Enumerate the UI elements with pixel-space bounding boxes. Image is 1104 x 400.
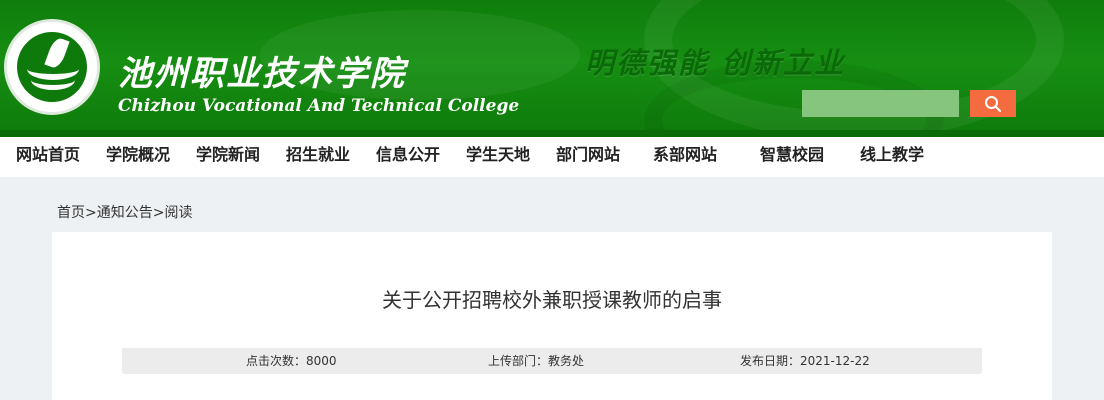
college-motto: 明德强能 创新立业 — [585, 46, 846, 80]
article-panel: 关于公开招聘校外兼职授课教师的启事 点击次数：8000 上传部门：教务处 发布日… — [52, 232, 1052, 400]
nav-item-news[interactable]: 学院新闻 — [196, 137, 260, 177]
nav-item-home[interactable]: 网站首页 — [16, 137, 80, 177]
nav-item-departments[interactable]: 部门网站 — [556, 137, 620, 177]
nav-item-overview[interactable]: 学院概况 — [106, 137, 170, 177]
nav-item-smart-campus[interactable]: 智慧校园 — [760, 137, 824, 177]
header-bottom-strip — [0, 130, 1104, 137]
logo-emblem-icon — [17, 32, 87, 102]
article-title: 关于公开招聘校外兼职授课教师的启事 — [382, 288, 722, 312]
nav-item-faculties[interactable]: 系部网站 — [653, 137, 717, 177]
nav-item-students[interactable]: 学生天地 — [466, 137, 530, 177]
search-button[interactable] — [970, 90, 1016, 117]
search-input[interactable] — [802, 90, 959, 117]
view-count: 点击次数：8000 — [246, 354, 337, 368]
publish-date: 发布日期：2021-12-22 — [740, 354, 870, 368]
article-meta-bar: 点击次数：8000 上传部门：教务处 发布日期：2021-12-22 — [122, 348, 982, 374]
college-logo[interactable] — [4, 19, 100, 115]
upload-department: 上传部门：教务处 — [488, 354, 585, 368]
search-icon — [985, 95, 1001, 112]
breadcrumb[interactable]: 首页>通知公告>阅读 — [57, 202, 192, 222]
nav-item-admissions[interactable]: 招生就业 — [286, 137, 350, 177]
college-name-english: Chizhou Vocational And Technical College — [118, 96, 520, 116]
main-nav: 网站首页 学院概况 学院新闻 招生就业 信息公开 学生天地 部门网站 系部网站 … — [0, 137, 1104, 177]
site-header: 池州职业技术学院 Chizhou Vocational And Technica… — [0, 0, 1104, 137]
college-name-chinese: 池州职业技术学院 — [118, 54, 406, 94]
nav-item-disclosure[interactable]: 信息公开 — [376, 137, 440, 177]
nav-item-online-teaching[interactable]: 线上教学 — [860, 137, 924, 177]
